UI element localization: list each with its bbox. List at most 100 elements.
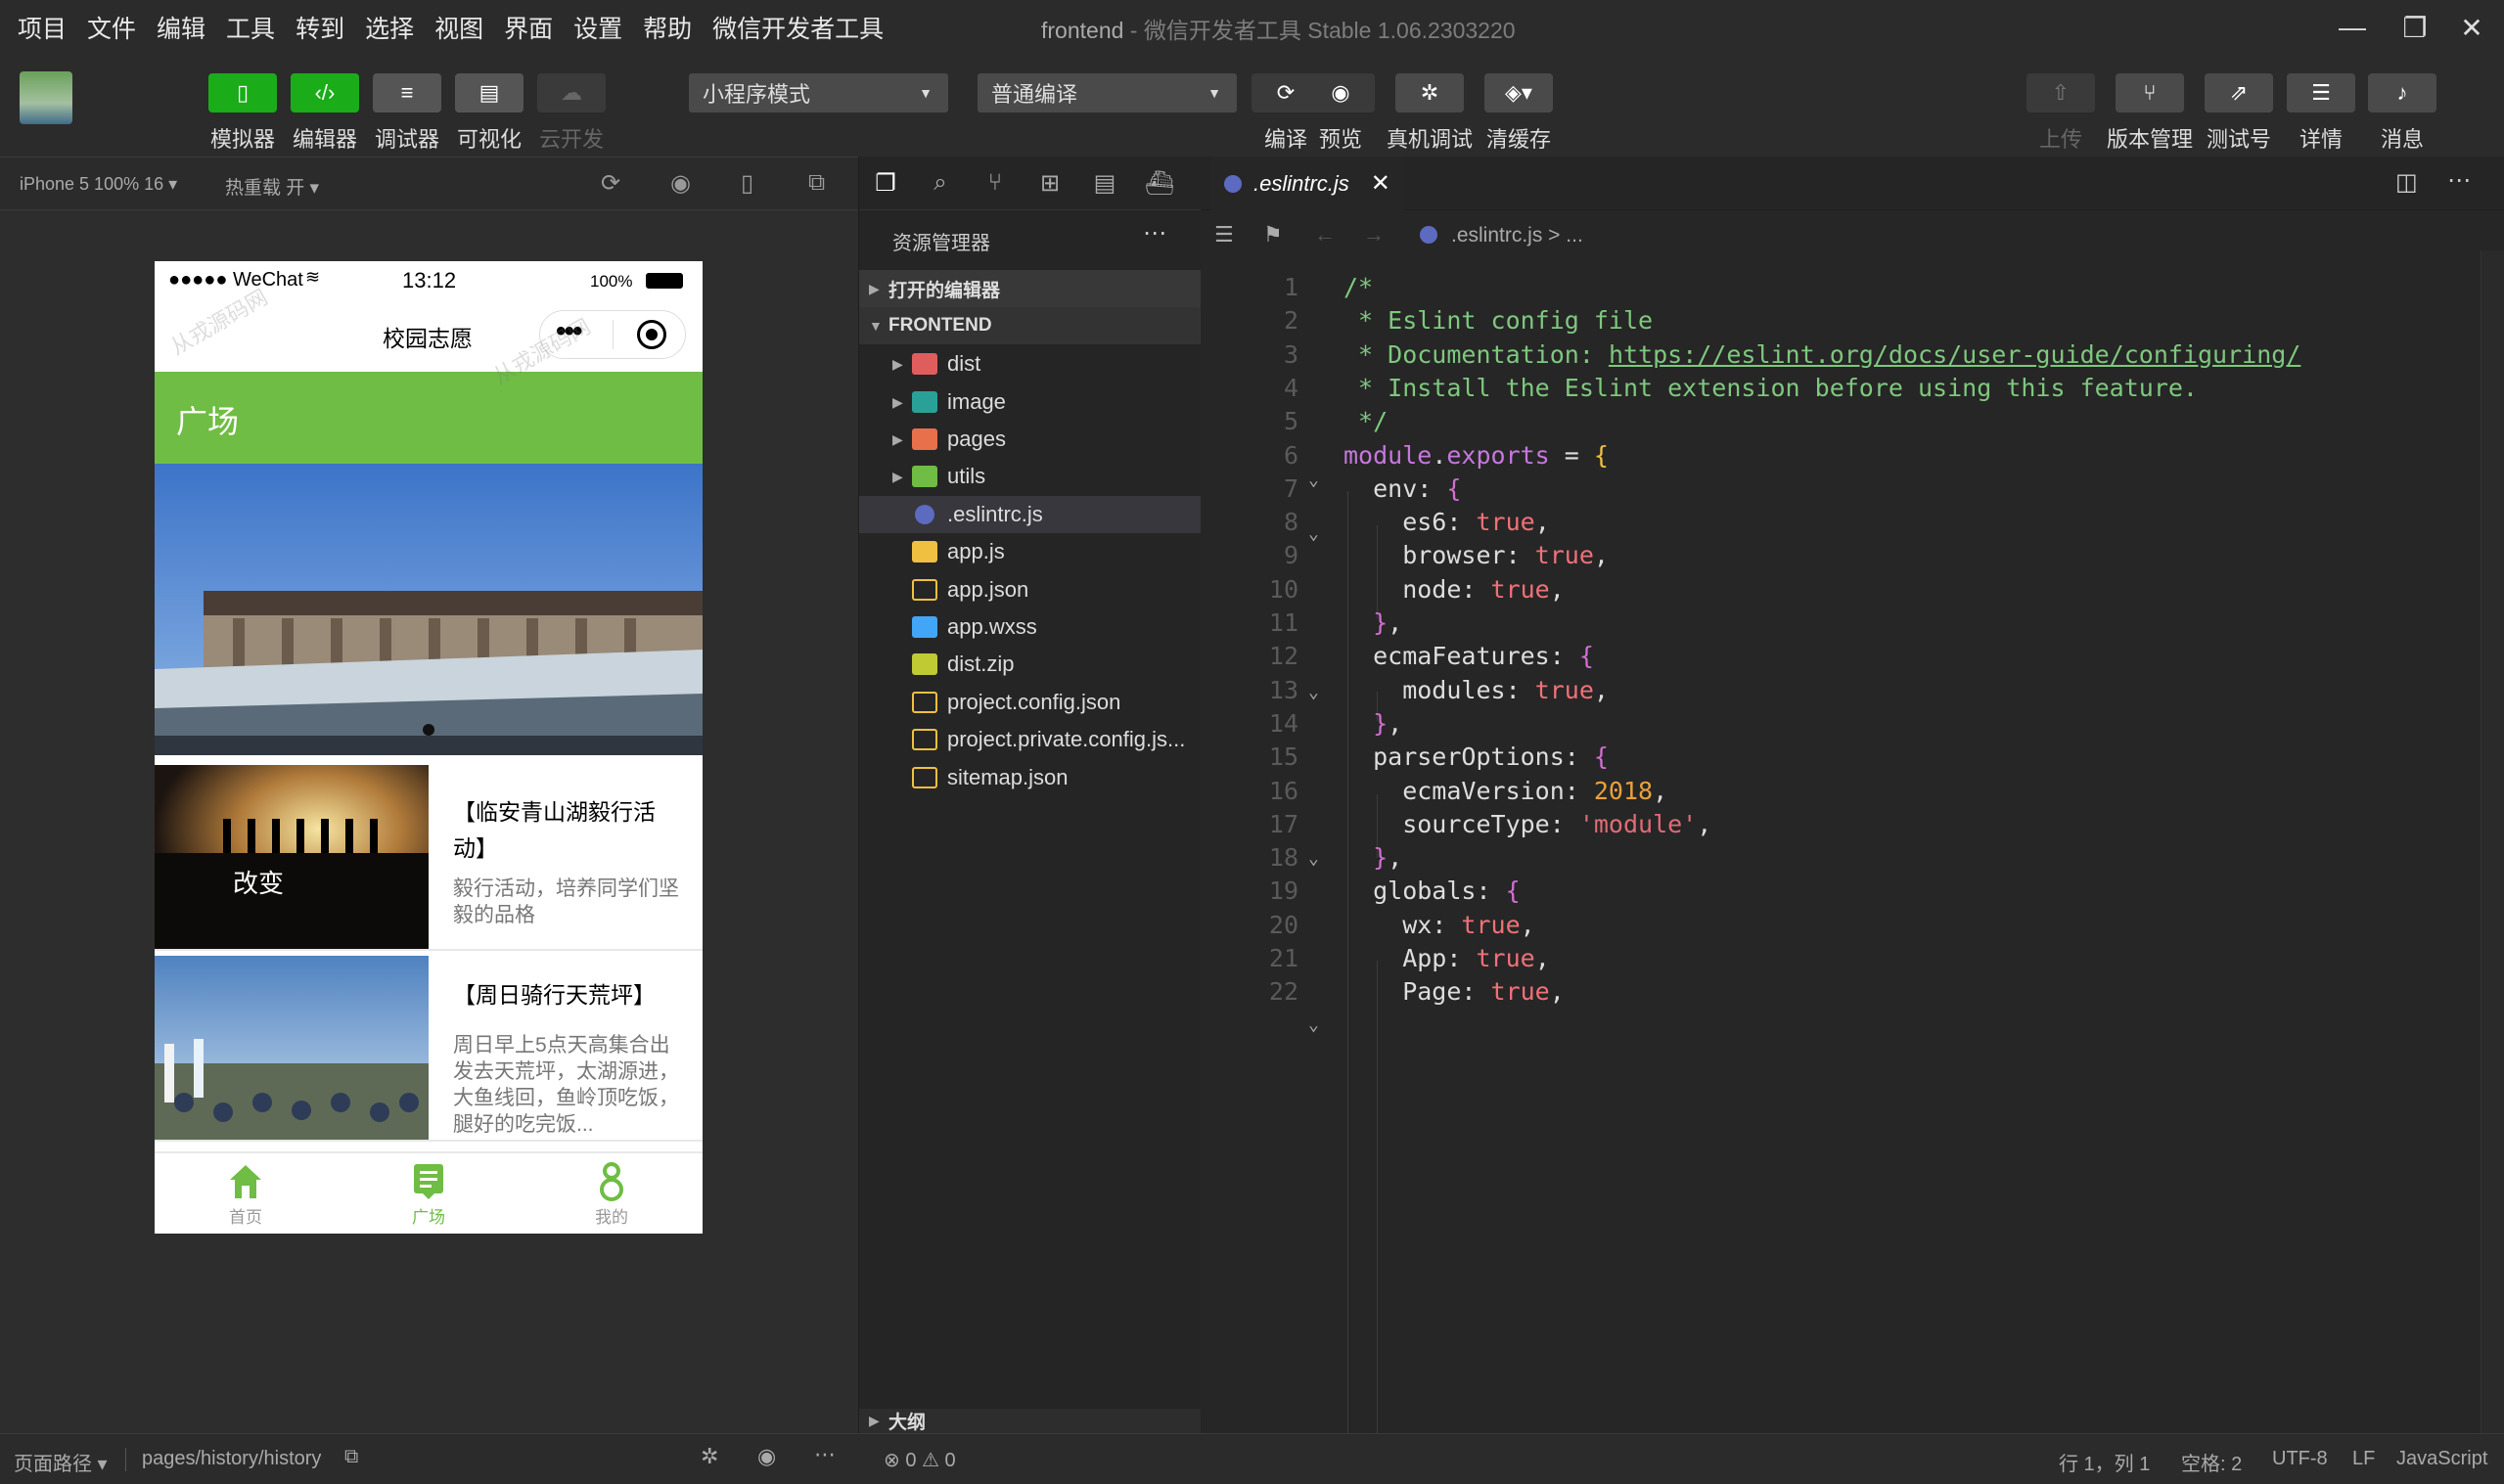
project-section[interactable]: ▼ FRONTEND [859, 307, 1202, 344]
close-window-button[interactable]: ✕ [2452, 8, 2491, 47]
tree-item-app-js[interactable]: app.js [859, 533, 1202, 570]
minimize-button[interactable]: — [2333, 8, 2372, 47]
visual-button[interactable]: ▤ 可视化 [455, 73, 524, 154]
cursor-position[interactable]: 行 1，列 1 [2059, 1448, 2150, 1476]
window-title: frontend - 微信开发者工具 Stable 1.06.2303220 [1041, 12, 1516, 45]
problems-count[interactable]: ⊗ 0 ⚠ 0 [884, 1448, 956, 1472]
eye-icon[interactable]: ◉ [757, 1444, 776, 1469]
close-miniprogram-icon[interactable] [637, 320, 666, 349]
upload-label: 上传 [2038, 127, 2082, 152]
cloud-button[interactable]: ☁ 云开发 [537, 73, 606, 154]
arrow-right-icon[interactable]: → [1363, 222, 1385, 247]
person-icon [600, 1161, 623, 1201]
menu-tools[interactable]: 工具 [226, 10, 275, 45]
tree-item-pages[interactable]: ▶ pages [859, 421, 1202, 458]
more-icon[interactable]: ⋯ [814, 1442, 836, 1467]
tree-item-dist[interactable]: ▶ dist [859, 345, 1202, 382]
test-id-button[interactable]: ⇗ 测试号 [2205, 73, 2273, 154]
menu-help[interactable]: 帮助 [643, 10, 692, 45]
bug-icon[interactable]: ✲ [701, 1444, 718, 1469]
visual-label: 可视化 [456, 127, 522, 152]
tree-item-label: pages [947, 427, 1006, 451]
editor-button[interactable]: ‹/› 编辑器 [291, 73, 359, 154]
more-actions-icon[interactable]: ⋯ [1143, 219, 1166, 247]
language-mode[interactable]: JavaScript [2396, 1448, 2487, 1470]
tree-item-project-config[interactable]: project.config.json [859, 684, 1202, 721]
menu-edit[interactable]: 编辑 [157, 10, 205, 45]
copy-icon[interactable]: ⧉ [344, 1446, 358, 1468]
tab-mine[interactable]: 我的 [521, 1153, 703, 1234]
tree-item-eslintrc[interactable]: .eslintrc.js [859, 496, 1202, 533]
tree-item-image[interactable]: ▶ image [859, 383, 1202, 421]
bookmark-icon[interactable]: ⚑ [1263, 222, 1283, 247]
tab-square[interactable]: 广场 [338, 1153, 520, 1234]
search-icon[interactable]: ⌕ [924, 166, 957, 200]
indent-setting[interactable]: 空格: 2 [2181, 1448, 2242, 1476]
fold-chevron-icon[interactable]: ⌄ [1308, 523, 1319, 544]
line-ending[interactable]: LF [2352, 1448, 2375, 1470]
code-line: modules: true, [1343, 675, 1609, 704]
device-icon[interactable]: ▯ [741, 169, 753, 198]
menu-wechat-devtools[interactable]: 微信开发者工具 [712, 10, 884, 45]
clear-cache-button[interactable]: ◈▾ 清缓存 [1484, 73, 1553, 154]
arrow-left-icon[interactable]: ← [1314, 222, 1336, 247]
list-icon[interactable]: ☰ [1214, 222, 1234, 247]
mode-select[interactable]: 小程序模式 ▼ [689, 73, 948, 112]
details-button[interactable]: ☰ 详情 [2287, 73, 2355, 154]
upload-button[interactable]: ⇧ 上传 [2026, 73, 2095, 154]
tree-item-utils[interactable]: ▶ utils [859, 458, 1202, 495]
scrollbar[interactable] [2481, 250, 2504, 1433]
tree-item-app-wxss[interactable]: app.wxss [859, 608, 1202, 646]
extensions-icon[interactable]: ⊞ [1033, 166, 1067, 200]
preview-button[interactable]: ◉ 预览 [1306, 73, 1375, 154]
docker-icon[interactable]: ⛴ [1143, 166, 1176, 200]
tab-home[interactable]: 首页 [155, 1153, 337, 1234]
restore-button[interactable]: ❐ [2395, 8, 2435, 47]
detach-window-icon[interactable]: ⧉ [808, 169, 825, 197]
messages-button[interactable]: ♪ 消息 [2368, 73, 2436, 154]
outline-section[interactable]: ▶ 大纲 [859, 1409, 1202, 1433]
more-actions-icon[interactable]: ⋯ [2447, 166, 2471, 195]
close-tab-icon[interactable]: ✕ [1371, 169, 1390, 198]
open-editors-section[interactable]: ▶ 打开的编辑器 [859, 270, 1202, 307]
wifi-icon: ≋ [305, 267, 321, 287]
avatar[interactable] [20, 71, 72, 124]
version-button[interactable]: ⑂ 版本管理 [2107, 73, 2193, 154]
stop-icon[interactable]: ◉ [670, 169, 691, 198]
storage-icon[interactable]: ▤ [1088, 166, 1121, 200]
tree-item-sitemap[interactable]: sitemap.json [859, 759, 1202, 796]
debugger-button[interactable]: ≡ 调试器 [373, 73, 441, 154]
simulator-button[interactable]: ▯ 模拟器 [208, 73, 277, 154]
page-path-label[interactable]: 页面路径 ▾ [14, 1448, 108, 1476]
activity-card[interactable]: 【周日骑行天荒坪】 周日早上5点天高集合出发去天荒坪，太湖源进，大鱼线回，鱼岭顶… [155, 956, 703, 1142]
fold-chevron-icon[interactable]: ⌄ [1308, 848, 1319, 869]
menu-file[interactable]: 文件 [87, 10, 136, 45]
split-editor-icon[interactable]: ◫ [2395, 168, 2418, 197]
hot-reload-toggle[interactable]: 热重载 开 ▾ [225, 173, 319, 200]
device-select[interactable]: iPhone 5 100% 16 ▾ [20, 174, 177, 195]
fold-chevron-icon[interactable]: ⌄ [1308, 1014, 1319, 1035]
menu-view[interactable]: 视图 [434, 10, 483, 45]
tree-item-dist-zip[interactable]: dist.zip [859, 646, 1202, 683]
editor-tab-eslintrc[interactable]: .eslintrc.js ✕ [1210, 157, 1404, 210]
git-icon[interactable]: ⑂ [979, 166, 1012, 200]
rotate-icon[interactable]: ⟳ [601, 169, 620, 198]
breadcrumb[interactable]: .eslintrc.js > ... [1451, 224, 1583, 247]
tree-item-app-json[interactable]: app.json [859, 571, 1202, 608]
tree-item-project-private-config[interactable]: project.private.config.js... [859, 721, 1202, 758]
menu-settings[interactable]: 设置 [573, 10, 622, 45]
activity-card[interactable]: 改变 【临安青山湖毅行活动】 毅行活动，培养同学们坚毅的品格 [155, 765, 703, 951]
banner-image[interactable] [155, 464, 703, 755]
menu-goto[interactable]: 转到 [296, 10, 344, 45]
real-debug-button[interactable]: ✲ 真机调试 [1387, 73, 1473, 154]
code-area[interactable]: ⌄ ⌄ ⌄ ⌄ ⌄ 1 /* 2 * Eslint config file 3 * D… [1201, 261, 2504, 1433]
fold-chevron-icon[interactable]: ⌄ [1308, 682, 1319, 702]
menu-select[interactable]: 选择 [365, 10, 414, 45]
phone-screen: ●●●●● WeChat ≋ 13:12 100% 校园志愿 ••• 广场 改变… [155, 261, 703, 1234]
menu-interface[interactable]: 界面 [504, 10, 553, 45]
files-icon[interactable]: ❐ [869, 166, 902, 200]
fold-chevron-icon[interactable]: ⌄ [1308, 470, 1319, 490]
encoding[interactable]: UTF-8 [2272, 1448, 2328, 1470]
compile-mode-select[interactable]: 普通编译 ▼ [978, 73, 1237, 112]
menu-project[interactable]: 项目 [18, 10, 67, 45]
